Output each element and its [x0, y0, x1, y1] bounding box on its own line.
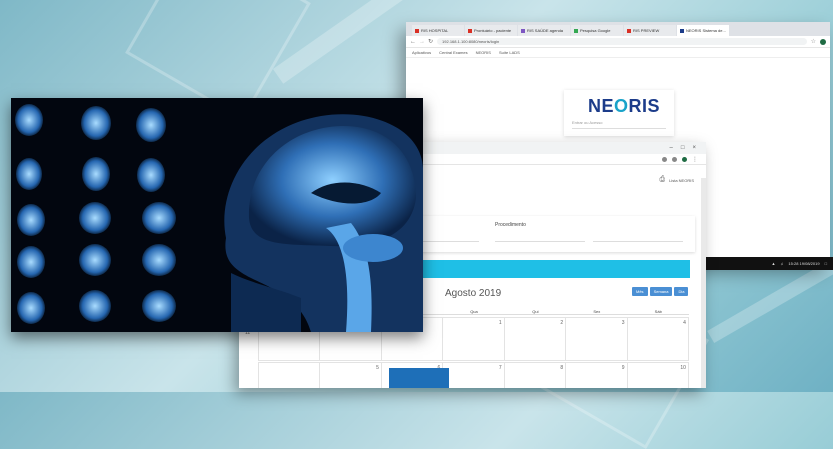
- browser-tab[interactable]: Pesquisa Google: [571, 25, 623, 36]
- bookmark-item[interactable]: NEORIS: [476, 50, 491, 55]
- maximize-icon[interactable]: □: [681, 145, 685, 151]
- filter-select[interactable]: [593, 232, 683, 242]
- minimize-icon[interactable]: –: [670, 145, 673, 151]
- browser-tab[interactable]: RIS HOSPITAL: [412, 25, 464, 36]
- tab-favicon-icon: [574, 28, 578, 33]
- month-view-button[interactable]: Mês: [632, 287, 648, 296]
- bookmark-item[interactable]: Suíte LADS: [499, 50, 520, 55]
- neoris-logo: NEORIS: [588, 96, 661, 116]
- calendar-view-buttons: Mês Semana Dia: [632, 287, 689, 296]
- calendar-event[interactable]: [389, 368, 449, 388]
- tab-favicon-icon: [627, 28, 631, 33]
- tab-favicon-icon: [468, 28, 472, 33]
- address-bar-row: ← → ↻ 192.168.1.100:8080/neoris/login ☆: [406, 36, 830, 48]
- header-user-link[interactable]: Lista NEORIS: [669, 178, 694, 183]
- browser-tab[interactable]: RIS PREVIEW: [624, 25, 676, 36]
- menu-icon[interactable]: ⋮: [692, 156, 698, 163]
- calendar-day-cell[interactable]: 2: [503, 317, 567, 361]
- calendar-day-cell[interactable]: 5: [319, 362, 382, 388]
- procedure-filter-label: Procedimento: [495, 222, 526, 228]
- vertical-scrollbar[interactable]: [701, 178, 706, 388]
- back-arrow-icon[interactable]: ←: [410, 39, 416, 45]
- bookmarks-bar: Aplicativos Central Exames NEORIS Suíte …: [406, 48, 830, 58]
- forward-arrow-icon[interactable]: →: [419, 39, 425, 45]
- weekday-label: Qui: [532, 309, 539, 314]
- profile-avatar[interactable]: [820, 38, 826, 45]
- procedure-select[interactable]: [495, 232, 585, 242]
- browser-tab-bar: RIS HOSPITAL Prontuário - paciente RIS S…: [406, 22, 830, 36]
- bookmark-item[interactable]: Aplicativos: [412, 50, 431, 55]
- browser-tab[interactable]: RIS SAÚDE agenda: [518, 25, 570, 36]
- browser-tab[interactable]: Prontuário - paciente: [465, 25, 517, 36]
- weekday-label: Sex: [593, 309, 601, 314]
- search-icon[interactable]: [662, 156, 667, 162]
- address-input[interactable]: 192.168.1.100:8080/neoris/login: [437, 38, 807, 45]
- network-icon[interactable]: ▲: [771, 261, 775, 266]
- mri-illustration: [15, 104, 423, 332]
- profile-avatar[interactable]: [682, 156, 687, 162]
- calendar-week-row: 5 6 7 8 9 10: [258, 362, 689, 388]
- calendar-day-cell[interactable]: 9: [565, 362, 628, 388]
- reload-icon[interactable]: ↻: [428, 38, 433, 45]
- login-card: NEORIS Entrar ou Acesso: [564, 90, 674, 136]
- print-icon[interactable]: ⎙: [659, 176, 665, 184]
- calendar-day-cell[interactable]: 3: [565, 317, 628, 361]
- mri-brain-scan-image: [11, 98, 423, 332]
- mri-sagittal-view: [224, 114, 423, 332]
- calendar-day-cell[interactable]: 1: [442, 317, 505, 361]
- calendar-day-cell[interactable]: 8: [503, 362, 567, 388]
- close-icon[interactable]: ×: [692, 145, 696, 151]
- os-taskbar: ▲ ♫ 15:28 19/08/2019 □: [706, 257, 833, 270]
- weekday-label: Qua: [470, 309, 478, 314]
- browser-tab-active[interactable]: NEORIS Sistema de...: [677, 25, 729, 36]
- tab-favicon-icon: [680, 28, 684, 33]
- star-icon[interactable]: [672, 156, 677, 162]
- taskbar-clock[interactable]: 15:28 19/08/2019: [788, 261, 819, 266]
- calendar-day-cell[interactable]: 10: [626, 362, 689, 388]
- calendar-day-cell[interactable]: 7: [442, 362, 505, 388]
- tab-favicon-icon: [521, 28, 525, 33]
- calendar-day-cell[interactable]: 4: [626, 317, 689, 361]
- tab-favicon-icon: [415, 28, 419, 33]
- star-icon[interactable]: ☆: [811, 38, 816, 45]
- bookmark-item[interactable]: Central Exames: [439, 50, 467, 55]
- day-view-button[interactable]: Dia: [674, 287, 689, 296]
- calendar-title: Agosto 2019: [445, 288, 502, 299]
- notifications-icon[interactable]: □: [825, 261, 827, 266]
- weekday-label: Sáb: [654, 309, 662, 314]
- mri-thumbnail-grid: [15, 104, 176, 324]
- volume-icon[interactable]: ♫: [780, 261, 783, 266]
- calendar-day-cell[interactable]: [258, 362, 321, 388]
- login-input[interactable]: Entrar ou Acesso: [572, 120, 666, 129]
- week-view-button[interactable]: Semana: [649, 287, 673, 296]
